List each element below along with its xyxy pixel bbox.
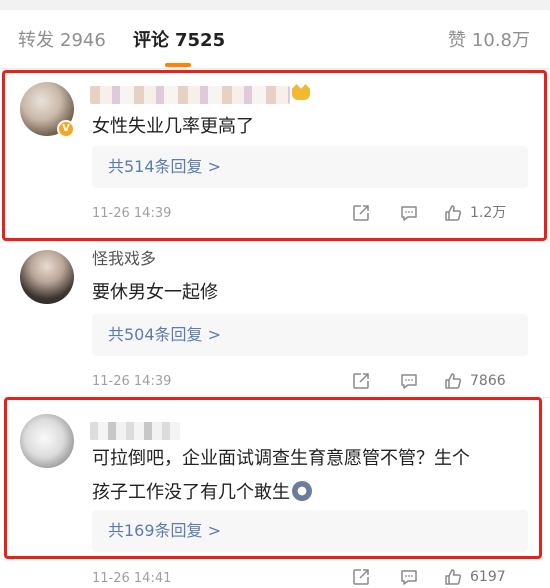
avatar[interactable] [20,414,74,468]
comment-actions: 6197 [352,565,532,588]
tab-comments[interactable]: 评论 7525 [133,28,225,54]
top-gap [0,0,550,10]
tab-repost[interactable]: 转发 2946 [18,28,106,54]
tab-comments-count: 7525 [175,30,226,51]
comment-actions: 1.2万 [352,201,532,225]
tab-likes[interactable]: 赞 10.8万 [448,28,530,54]
comment-text: 女性失业几率更高了 [92,116,254,137]
replies-box[interactable]: 共514条回复 > [92,146,528,188]
replies-link[interactable]: 共504条回复 > [108,323,221,347]
comment-item: V 女性失业几率更高了 共514条回复 > 11-26 14:39 1.2万 [0,70,550,242]
comment-item: 怪我戏多 要休男女一起修 共504条回复 > 11-26 14:39 7866 [0,242,550,398]
replies-link[interactable]: 共169条回复 > [108,519,221,543]
replies-box[interactable]: 共504条回复 > [92,314,528,356]
reply-icon[interactable] [400,568,418,586]
emoji-icon [292,481,312,501]
share-icon[interactable] [352,372,370,390]
like-icon[interactable] [444,372,462,390]
tab-likes-count: 10.8万 [471,30,530,51]
timestamp: 11-26 14:39 [92,374,172,389]
comment-text: 要休男女一起修 [92,282,218,303]
timestamp: 11-26 14:39 [92,206,172,221]
like-icon[interactable] [444,204,462,222]
reply-icon[interactable] [400,204,418,222]
verified-badge-icon: V [57,120,75,138]
tab-likes-label: 赞 [447,30,466,51]
like-icon[interactable] [444,568,462,586]
active-tab-indicator [165,63,191,67]
avatar[interactable] [20,250,74,304]
replies-box[interactable]: 共169条回复 > [92,510,528,552]
crown-icon [292,84,310,100]
share-icon[interactable] [352,568,370,586]
comment-text: 可拉倒吧，企业面试调查生育意愿管不管？生个 孩子工作没了有几个敢生 [92,442,522,510]
comment-text-line: 孩子工作没了有几个敢生 [92,482,290,503]
like-count: 7866 [470,373,506,389]
tab-repost-label: 转发 [18,30,54,51]
reply-icon[interactable] [400,372,418,390]
tab-comments-label: 评论 [133,30,169,51]
tab-repost-count: 2946 [60,30,106,51]
like-count: 1.2万 [470,205,507,221]
username-blurred[interactable] [90,86,290,104]
share-icon[interactable] [352,204,370,222]
username[interactable]: 怪我戏多 [92,248,156,270]
like-count: 6197 [470,569,506,585]
comment-item: 可拉倒吧，企业面试调查生育意愿管不管？生个 孩子工作没了有几个敢生 共169条回… [0,398,550,588]
comment-actions: 7866 [352,369,532,393]
timestamp: 11-26 14:41 [92,571,172,586]
tab-bar: 转发 2946 评论 7525 赞 10.8万 [0,10,550,68]
tab-divider [0,68,550,69]
replies-link[interactable]: 共514条回复 > [108,155,221,179]
username-blurred[interactable] [90,422,180,440]
comment-text-line: 可拉倒吧，企业面试调查生育意愿管不管？生个 [92,448,470,469]
